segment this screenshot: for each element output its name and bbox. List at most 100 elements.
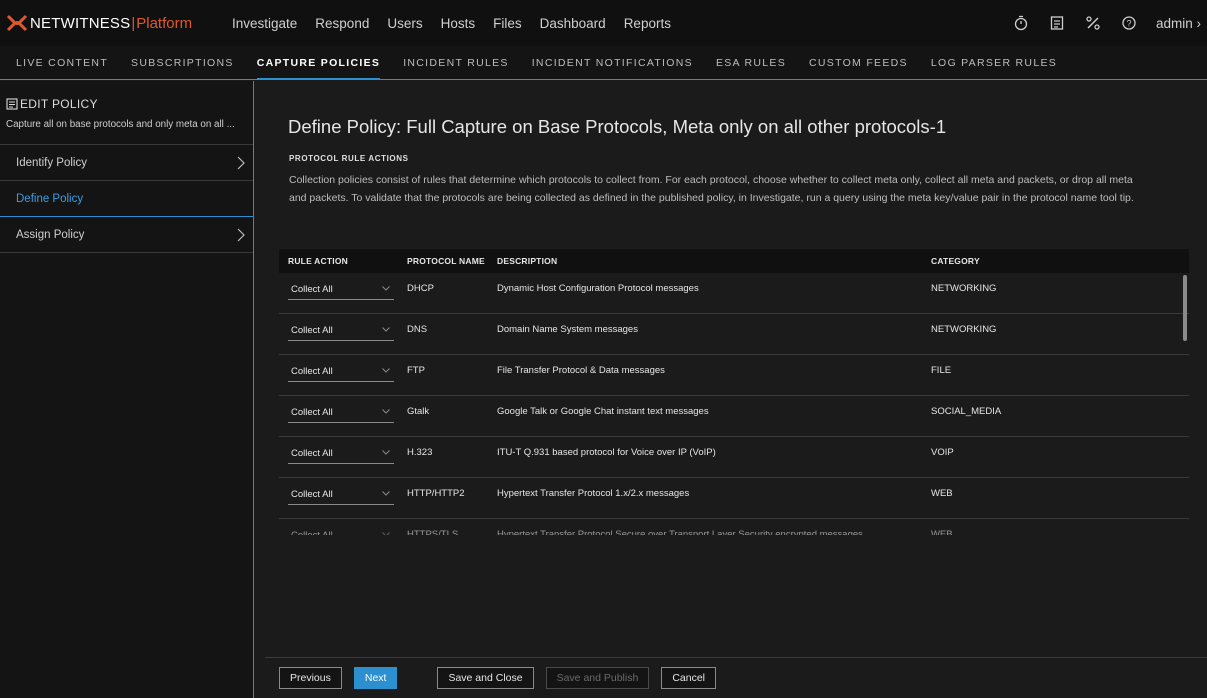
- table-row: Collect All HTTP/HTTP2 Hypertext Transfer …: [279, 478, 1189, 519]
- protocol-name-cell[interactable]: HTTP/HTTP2: [397, 478, 489, 499]
- save-and-close-button[interactable]: Save and Close: [437, 667, 534, 689]
- tab-incident-notifications[interactable]: INCIDENT NOTIFICATIONS: [532, 46, 693, 80]
- rule-action-cell: Collect All: [279, 273, 397, 300]
- cancel-button[interactable]: Cancel: [661, 667, 717, 689]
- protocol-name-cell[interactable]: H.323: [397, 437, 489, 458]
- brand-separator: |: [131, 14, 136, 32]
- page-title: Define Policy: Full Capture on Base Prot…: [288, 116, 947, 137]
- description-cell: ITU-T Q.931 based protocol for Voice ove…: [497, 447, 716, 458]
- rule-action-cell: Collect All: [279, 437, 397, 464]
- main-nav: Investigate Respond Users Hosts Files Da…: [232, 0, 689, 46]
- define-policy-panel: Define Policy: Full Capture on Base Prot…: [265, 81, 1207, 698]
- tab-incident-rules[interactable]: INCIDENT RULES: [403, 46, 509, 80]
- table-scrollbar[interactable]: [1183, 275, 1187, 341]
- netwitness-logo[interactable]: NETWITNESS | Platform: [0, 0, 232, 46]
- rule-action-select[interactable]: Collect All: [288, 401, 394, 423]
- rule-action-select[interactable]: Collect All: [288, 319, 394, 341]
- tab-subscriptions[interactable]: SUBSCRIPTIONS: [131, 46, 234, 80]
- nav-investigate[interactable]: Investigate: [232, 16, 297, 31]
- tab-log-parser-rules[interactable]: LOG PARSER RULES: [931, 46, 1057, 80]
- save-and-publish-button[interactable]: Save and Publish: [545, 667, 650, 689]
- category-cell: SOCIAL_MEDIA: [931, 406, 1002, 417]
- help-icon[interactable]: ?: [1118, 12, 1140, 34]
- admin-sub-navigation: LIVE CONTENT SUBSCRIPTIONS CAPTURE POLIC…: [0, 46, 1207, 80]
- sidebar-header: EDIT POLICY Capture all on base protocol…: [0, 81, 253, 145]
- rule-action-value: Collect All: [291, 530, 333, 535]
- chevron-down-icon: [382, 368, 390, 373]
- column-header-protocol-name[interactable]: PROTOCOL NAME: [397, 256, 489, 266]
- rule-action-select[interactable]: Collect All: [288, 524, 394, 535]
- previous-button[interactable]: Previous: [279, 667, 342, 689]
- category-cell: WEB: [931, 529, 953, 535]
- sidebar-item-identify-policy[interactable]: Identify Policy: [0, 145, 253, 181]
- nav-hosts[interactable]: Hosts: [441, 16, 476, 31]
- sidebar-title: EDIT POLICY: [6, 97, 253, 111]
- rule-action-value: Collect All: [291, 325, 333, 336]
- rule-action-select[interactable]: Collect All: [288, 360, 394, 382]
- table-row: Collect All H.323 ITU-T Q.931 based protoc…: [279, 437, 1189, 478]
- description-cell: Domain Name System messages: [497, 324, 638, 335]
- protocol-name-cell[interactable]: Gtalk: [397, 396, 489, 417]
- edit-policy-sidebar: EDIT POLICY Capture all on base protocol…: [0, 81, 254, 698]
- nav-users[interactable]: Users: [387, 16, 422, 31]
- user-menu[interactable]: admin ›: [1156, 16, 1201, 31]
- edit-policy-icon: [6, 98, 18, 110]
- table-row: Collect All Gtalk Google Talk or Google Ch…: [279, 396, 1189, 437]
- tab-esa-rules[interactable]: ESA RULES: [716, 46, 786, 80]
- description-cell: Hypertext Transfer Protocol Secure over …: [497, 529, 863, 535]
- policy-name-summary: Capture all on base protocols and only m…: [6, 119, 235, 130]
- description-cell: Google Talk or Google Chat instant text …: [497, 406, 709, 417]
- chevron-right-icon: [237, 228, 245, 242]
- rule-action-select[interactable]: Collect All: [288, 278, 394, 300]
- section-title: PROTOCOL RULE ACTIONS: [289, 154, 409, 163]
- nav-files[interactable]: Files: [493, 16, 522, 31]
- tools-icon[interactable]: [1082, 12, 1104, 34]
- category-cell: NETWORKING: [931, 283, 997, 294]
- brand-platform: Platform: [136, 14, 193, 32]
- protocol-name-cell[interactable]: FTP: [397, 355, 489, 376]
- tab-capture-policies[interactable]: CAPTURE POLICIES: [256, 46, 381, 80]
- description-cell: Dynamic Host Configuration Protocol mess…: [497, 283, 699, 294]
- table-row: Collect All HTTPS/TLS Hypertext Transfer P…: [279, 519, 1189, 535]
- rule-action-select[interactable]: Collect All: [288, 442, 394, 464]
- rule-action-cell: Collect All: [279, 355, 397, 382]
- protocol-rules-table: RULE ACTION PROTOCOL NAME DESCRIPTION CA…: [279, 249, 1189, 535]
- rule-action-cell: Collect All: [279, 478, 397, 505]
- next-button[interactable]: Next: [353, 667, 398, 689]
- column-header-description[interactable]: DESCRIPTION: [489, 256, 923, 266]
- tab-live-content[interactable]: LIVE CONTENT: [16, 46, 108, 80]
- nav-respond[interactable]: Respond: [315, 16, 369, 31]
- sidebar-item-label: Define Policy: [16, 193, 84, 205]
- sidebar-item-assign-policy[interactable]: Assign Policy: [0, 217, 253, 253]
- chevron-down-icon: [382, 450, 390, 455]
- netwitness-logo-icon: [6, 14, 28, 32]
- chevron-right-icon: ›: [1196, 15, 1202, 31]
- nav-dashboard[interactable]: Dashboard: [540, 16, 606, 31]
- chevron-down-icon: [382, 327, 390, 332]
- rule-action-value: Collect All: [291, 407, 333, 418]
- tab-custom-feeds[interactable]: CUSTOM FEEDS: [809, 46, 908, 80]
- sidebar-item-define-policy[interactable]: Define Policy: [0, 181, 253, 217]
- protocol-name-cell[interactable]: DHCP: [397, 273, 489, 294]
- column-header-rule-action[interactable]: RULE ACTION: [279, 256, 397, 266]
- table-body[interactable]: Collect All DHCP Dynamic Host Configuratio…: [279, 273, 1189, 535]
- column-header-category[interactable]: CATEGORY: [923, 256, 1123, 266]
- top-navigation-bar: NETWITNESS | Platform Investigate Respon…: [0, 0, 1207, 46]
- table-row: Collect All DNS Domain Name System message…: [279, 314, 1189, 355]
- rule-action-cell: Collect All: [279, 396, 397, 423]
- table-header: RULE ACTION PROTOCOL NAME DESCRIPTION CA…: [279, 249, 1189, 273]
- category-cell: WEB: [931, 488, 953, 499]
- top-right-tools: ? admin ›: [996, 0, 1201, 46]
- nav-reports[interactable]: Reports: [624, 16, 671, 31]
- description-cell: Hypertext Transfer Protocol 1.x/2.x mess…: [497, 488, 690, 499]
- user-name: admin: [1155, 15, 1193, 31]
- checklist-icon[interactable]: [1046, 12, 1068, 34]
- chevron-down-icon: [382, 491, 390, 496]
- category-cell: FILE: [931, 365, 952, 376]
- sidebar-title-text: EDIT POLICY: [20, 97, 98, 111]
- rule-action-select[interactable]: Collect All: [288, 483, 394, 505]
- rule-action-value: Collect All: [291, 448, 333, 459]
- protocol-name-cell[interactable]: DNS: [397, 314, 489, 335]
- protocol-name-cell[interactable]: HTTPS/TLS: [397, 519, 489, 535]
- timer-icon[interactable]: [1010, 12, 1032, 34]
